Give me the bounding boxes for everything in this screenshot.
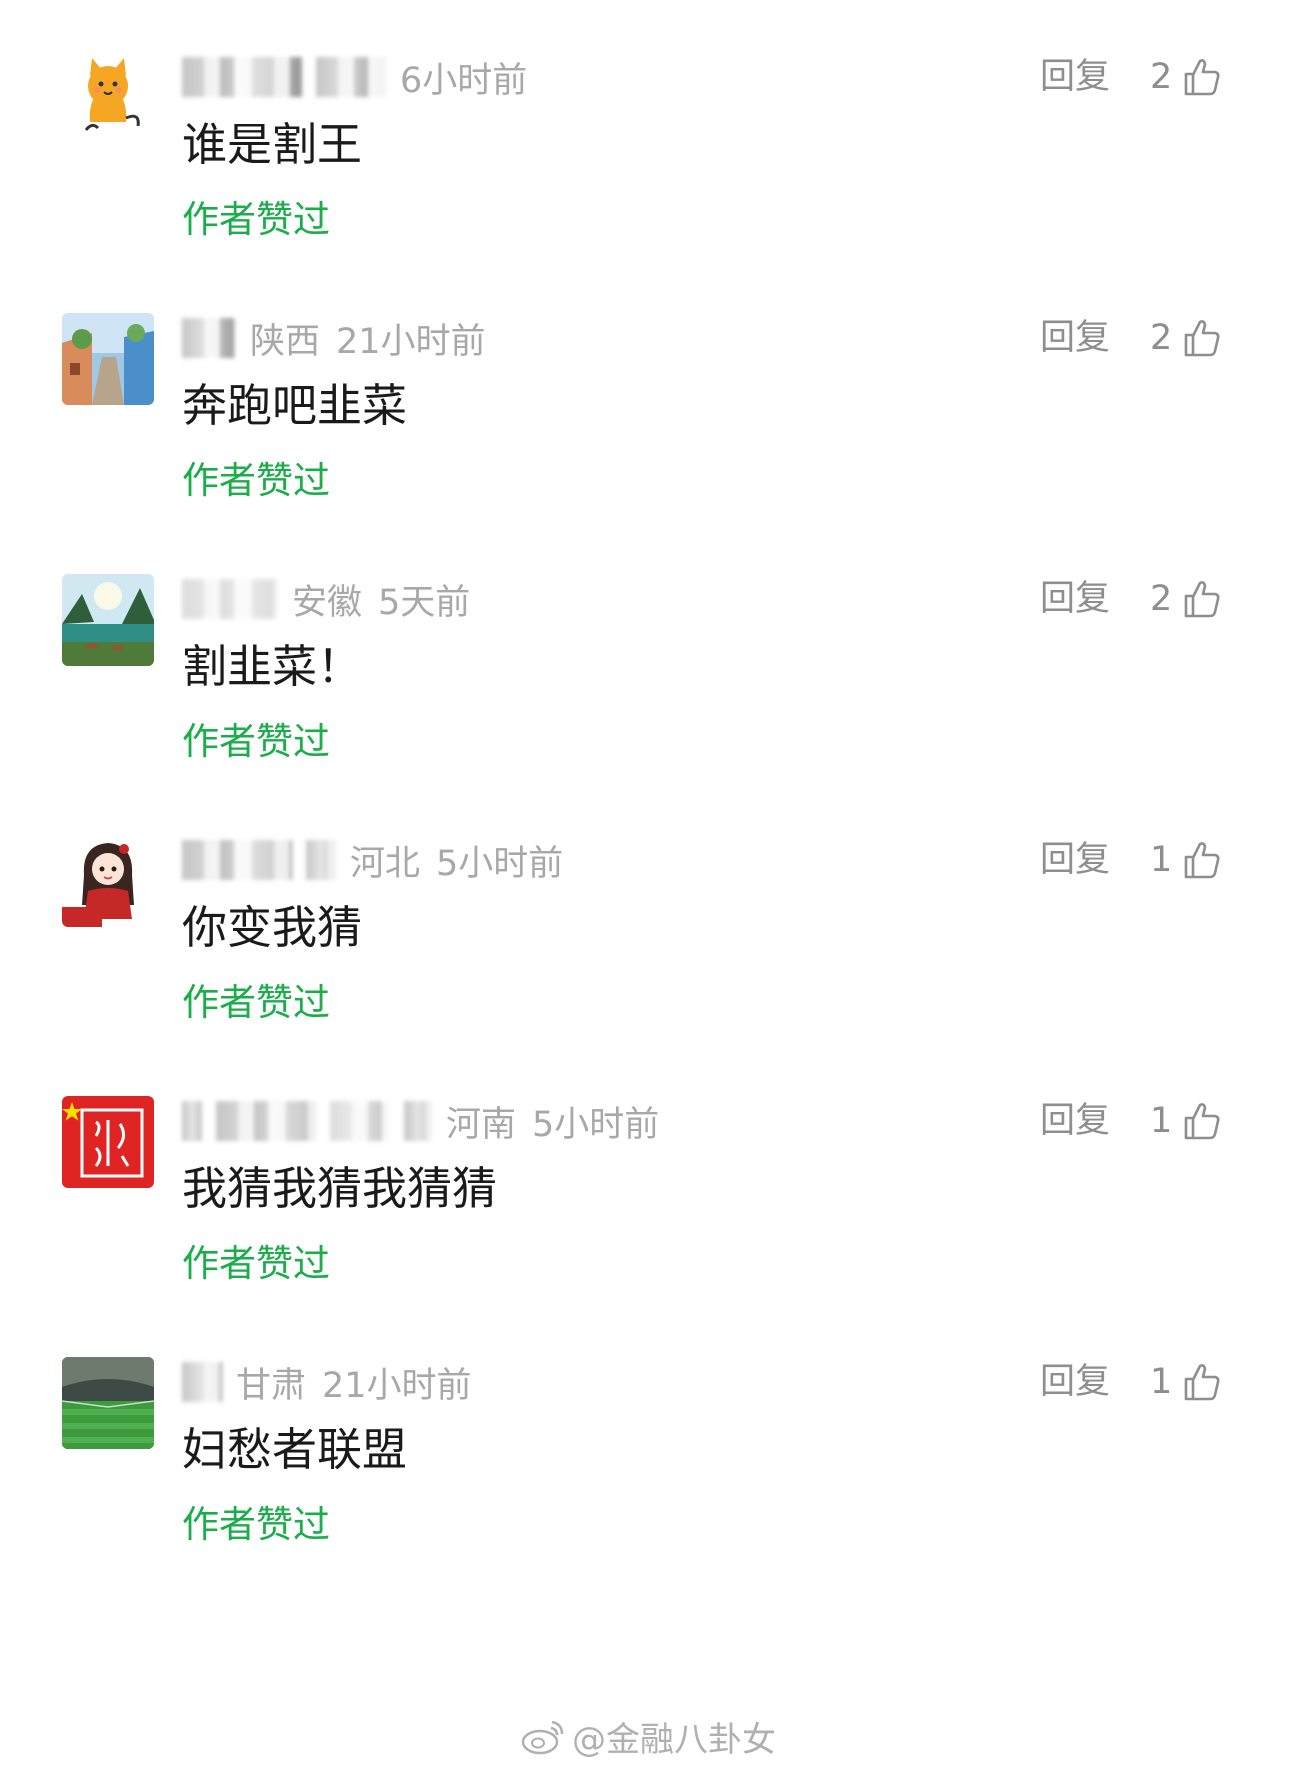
comment-meta: 河南 5小时前 bbox=[182, 1096, 659, 1146]
stadium-avatar-icon bbox=[62, 1357, 154, 1449]
username-redacted[interactable] bbox=[182, 1101, 202, 1141]
comment-text: 我猜我猜我猜猜 bbox=[182, 1162, 498, 1215]
comment-meta: 安徽 5天前 bbox=[182, 574, 470, 624]
comment-time: 21小时前 bbox=[322, 1365, 472, 1406]
like-count: 1 bbox=[1150, 1101, 1173, 1141]
like-button[interactable]: 1 bbox=[1150, 1096, 1222, 1146]
girl-avatar-icon bbox=[62, 835, 154, 927]
comment-time: 5小时前 bbox=[436, 843, 564, 884]
comment-item: 甘肃 21小时前 回复 1 妇愁者联盟 作者赞过 bbox=[0, 1357, 1290, 1597]
like-button[interactable]: 2 bbox=[1150, 313, 1222, 363]
like-count: 1 bbox=[1150, 1362, 1173, 1402]
watermark-text: @金融八卦女 bbox=[572, 1719, 776, 1760]
comment-region: 河北 bbox=[350, 843, 421, 884]
avatar[interactable] bbox=[62, 1357, 154, 1449]
reply-button[interactable]: 回复 bbox=[1040, 1357, 1110, 1407]
username-redacted[interactable] bbox=[182, 57, 302, 97]
lake-avatar-icon bbox=[62, 574, 154, 666]
comment-list: 6小时前 回复 2 谁是割王 作者赞过 陕西 21小时前 回复 2 奔跑吧韭菜 … bbox=[0, 0, 1290, 1769]
thumbs-up-icon bbox=[1184, 59, 1220, 96]
street-avatar-icon bbox=[62, 313, 154, 405]
author-liked-badge: 作者赞过 bbox=[182, 459, 330, 502]
thumbs-up-icon bbox=[1184, 581, 1220, 618]
weibo-logo-icon bbox=[521, 1720, 564, 1755]
username-redacted[interactable] bbox=[182, 579, 278, 619]
comment-item: 河北 5小时前 回复 1 你变我猜 作者赞过 bbox=[0, 835, 1290, 1075]
avatar[interactable] bbox=[62, 835, 154, 927]
comment-text: 奔跑吧韭菜 bbox=[182, 379, 408, 432]
comment-item: 陕西 21小时前 回复 2 奔跑吧韭菜 作者赞过 bbox=[0, 313, 1290, 553]
thumbs-up-icon bbox=[1184, 320, 1220, 357]
thumbs-up-icon bbox=[1184, 1364, 1220, 1401]
username-redacted[interactable] bbox=[182, 1362, 222, 1402]
reply-button[interactable]: 回复 bbox=[1040, 574, 1110, 624]
like-button[interactable]: 1 bbox=[1150, 835, 1222, 885]
comment-text: 谁是割王 bbox=[182, 118, 363, 171]
comment-text: 你变我猜 bbox=[182, 901, 363, 954]
username-redacted bbox=[330, 1101, 390, 1141]
comment-region: 安徽 bbox=[292, 582, 363, 623]
author-liked-badge: 作者赞过 bbox=[182, 981, 330, 1024]
comment-meta: 陕西 21小时前 bbox=[182, 313, 486, 363]
like-button[interactable]: 2 bbox=[1150, 52, 1222, 102]
comment-text: 割韭菜！ bbox=[182, 640, 363, 693]
comment-time: 21小时前 bbox=[336, 321, 486, 362]
author-liked-badge: 作者赞过 bbox=[182, 1242, 330, 1285]
username-redacted bbox=[316, 57, 386, 97]
comment-item: 6小时前 回复 2 谁是割王 作者赞过 bbox=[0, 52, 1290, 292]
reply-button[interactable]: 回复 bbox=[1040, 835, 1110, 885]
avatar[interactable] bbox=[62, 574, 154, 666]
author-liked-badge: 作者赞过 bbox=[182, 198, 330, 241]
like-button[interactable]: 1 bbox=[1150, 1357, 1222, 1407]
comment-item: 河南 5小时前 回复 1 我猜我猜我猜猜 作者赞过 bbox=[0, 1096, 1290, 1336]
username-redacted[interactable] bbox=[182, 840, 292, 880]
comment-time: 5天前 bbox=[378, 582, 471, 623]
thumbs-up-icon bbox=[1184, 842, 1220, 879]
author-liked-badge: 作者赞过 bbox=[182, 1503, 330, 1546]
cat-avatar-icon bbox=[62, 52, 154, 144]
comment-text: 妇愁者联盟 bbox=[182, 1423, 408, 1476]
reply-button[interactable]: 回复 bbox=[1040, 313, 1110, 363]
like-count: 2 bbox=[1150, 57, 1173, 97]
comment-region: 河南 bbox=[446, 1104, 517, 1145]
avatar[interactable] bbox=[62, 52, 154, 144]
comment-time: 5小时前 bbox=[532, 1104, 660, 1145]
author-liked-badge: 作者赞过 bbox=[182, 720, 330, 763]
like-count: 2 bbox=[1150, 318, 1173, 358]
like-button[interactable]: 2 bbox=[1150, 574, 1222, 624]
weibo-watermark: @金融八卦女 bbox=[520, 1710, 776, 1762]
thumbs-up-icon bbox=[1184, 1103, 1220, 1140]
username-redacted[interactable] bbox=[182, 318, 236, 358]
flag-seal-avatar-icon bbox=[62, 1096, 154, 1188]
comment-meta: 6小时前 bbox=[182, 52, 527, 102]
reply-button[interactable]: 回复 bbox=[1040, 52, 1110, 102]
avatar[interactable] bbox=[62, 1096, 154, 1188]
comment-item: 安徽 5天前 回复 2 割韭菜！ 作者赞过 bbox=[0, 574, 1290, 814]
like-count: 1 bbox=[1150, 840, 1173, 880]
username-redacted bbox=[306, 840, 336, 880]
username-redacted bbox=[404, 1101, 432, 1141]
comment-meta: 河北 5小时前 bbox=[182, 835, 563, 885]
comment-region: 甘肃 bbox=[236, 1365, 307, 1406]
like-count: 2 bbox=[1150, 579, 1173, 619]
comment-region: 陕西 bbox=[250, 321, 321, 362]
avatar[interactable] bbox=[62, 313, 154, 405]
comment-time: 6小时前 bbox=[400, 60, 528, 101]
comment-meta: 甘肃 21小时前 bbox=[182, 1357, 472, 1407]
username-redacted bbox=[216, 1101, 316, 1141]
reply-button[interactable]: 回复 bbox=[1040, 1096, 1110, 1146]
